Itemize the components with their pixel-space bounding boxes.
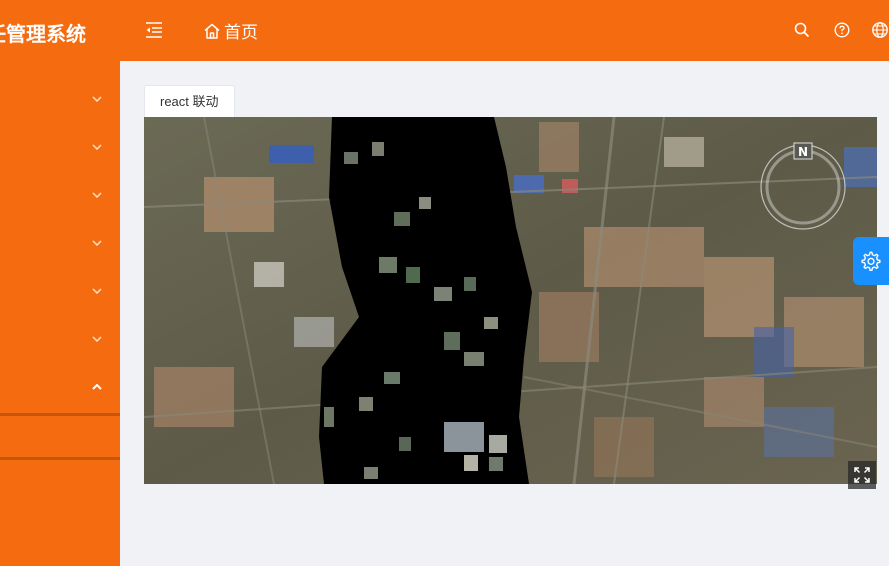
settings-button[interactable] <box>853 237 889 285</box>
expand-icon <box>854 467 870 483</box>
satellite-map[interactable]: N <box>144 117 877 484</box>
gear-icon <box>861 251 881 272</box>
sidebar-item-7[interactable] <box>0 364 120 412</box>
sidebar-item-1[interactable] <box>0 76 120 124</box>
sidebar-item-5[interactable] <box>0 268 120 316</box>
sidebar-item-2[interactable] <box>0 124 120 172</box>
chevron-down-icon <box>90 140 104 154</box>
chevron-up-icon <box>90 380 104 394</box>
app-title: 任管理系统 <box>0 22 86 46</box>
top-header: 首页 <box>120 0 889 61</box>
menu-fold-icon[interactable] <box>144 20 164 40</box>
chevron-down-icon <box>90 236 104 250</box>
breadcrumb-home[interactable]: 首页 <box>203 18 258 43</box>
svg-text:N: N <box>798 145 808 159</box>
sidebar-item-3[interactable] <box>0 172 120 220</box>
question-icon[interactable] <box>833 21 851 39</box>
breadcrumb-home-label: 首页 <box>224 23 258 42</box>
sidebar-item-6[interactable] <box>0 316 120 364</box>
chevron-down-icon <box>90 188 104 202</box>
tab-react-linkage[interactable]: react 联动 <box>144 85 235 117</box>
submenu-divider <box>0 457 120 460</box>
chevron-down-icon <box>90 332 104 346</box>
search-icon[interactable] <box>793 21 811 39</box>
satellite-imagery: N <box>144 117 877 484</box>
submenu-item-active[interactable] <box>0 416 120 458</box>
sidebar: 任管理系统 <box>0 0 120 566</box>
chevron-down-icon <box>90 92 104 106</box>
sidebar-item-4[interactable] <box>0 220 120 268</box>
fullscreen-button[interactable] <box>848 461 876 489</box>
home-icon <box>204 23 220 39</box>
chevron-down-icon <box>90 284 104 298</box>
globe-icon[interactable] <box>871 21 889 39</box>
